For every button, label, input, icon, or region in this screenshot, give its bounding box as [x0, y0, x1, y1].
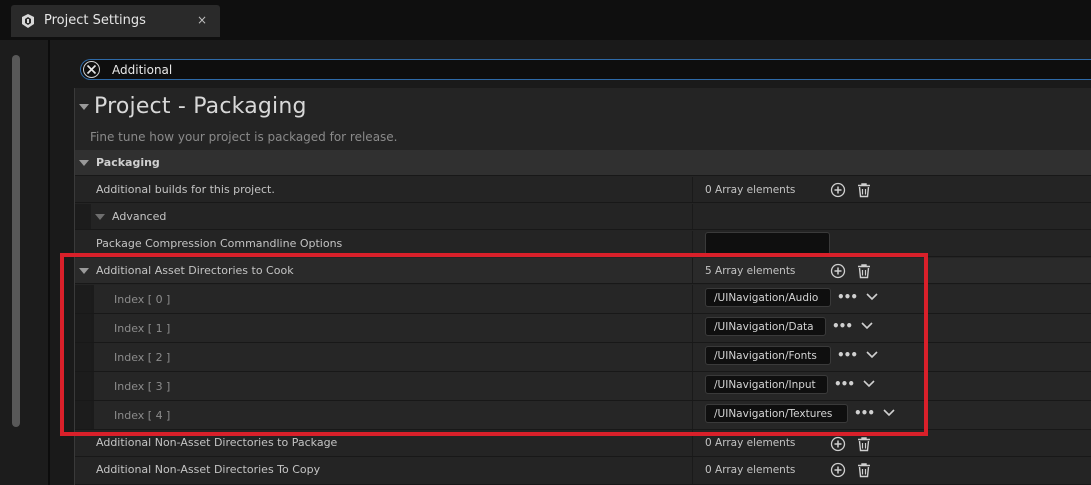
highlight-annotation-box [60, 253, 928, 436]
array-count: 0 Array elements [705, 184, 796, 196]
search-box[interactable] [80, 59, 1091, 80]
tab-project-settings[interactable]: Project Settings × [11, 5, 220, 37]
collapse-arrow-icon[interactable] [95, 214, 105, 220]
array-count: 0 Array elements [705, 464, 796, 476]
trash-icon[interactable] [856, 462, 872, 478]
row-non-asset-dirs-copy: Additional Non-Asset Directories To Copy… [75, 457, 1091, 485]
column-splitter[interactable] [692, 177, 693, 202]
add-element-icon[interactable] [830, 436, 846, 452]
property-label: Package Compression Commandline Options [96, 237, 343, 250]
unreal-logo-icon [20, 13, 36, 29]
category-label: Packaging [96, 156, 160, 169]
add-element-icon[interactable] [830, 462, 846, 478]
column-splitter[interactable] [692, 457, 693, 484]
tab-title: Project Settings [44, 13, 146, 28]
advanced-label: Advanced [112, 210, 167, 223]
close-circle-icon[interactable] [83, 61, 100, 78]
tab-close-button[interactable]: × [197, 13, 207, 27]
array-count: 0 Array elements [705, 437, 796, 449]
property-label: Additional builds for this project. [96, 183, 275, 196]
collapse-arrow-icon[interactable] [79, 160, 89, 166]
section-title: Project - Packaging [94, 94, 307, 119]
add-element-icon[interactable] [830, 182, 846, 198]
property-label: Additional Non-Asset Directories to Pack… [96, 436, 338, 449]
column-splitter[interactable] [692, 204, 693, 229]
indent-bar [75, 204, 91, 229]
sidebar-scrollbar[interactable] [12, 55, 20, 427]
trash-icon[interactable] [856, 436, 872, 452]
row-additional-builds: Additional builds for this project. 0 Ar… [75, 177, 1091, 203]
section-description: Fine tune how your project is packaged f… [90, 130, 398, 144]
property-label: Additional Non-Asset Directories To Copy [96, 463, 321, 476]
category-sidebar [0, 40, 48, 485]
row-advanced[interactable]: Advanced [75, 204, 1091, 230]
search-input[interactable] [112, 60, 1012, 79]
category-packaging[interactable]: Packaging [75, 150, 1091, 176]
section-collapse-arrow[interactable] [79, 104, 89, 110]
trash-icon[interactable] [856, 182, 872, 198]
